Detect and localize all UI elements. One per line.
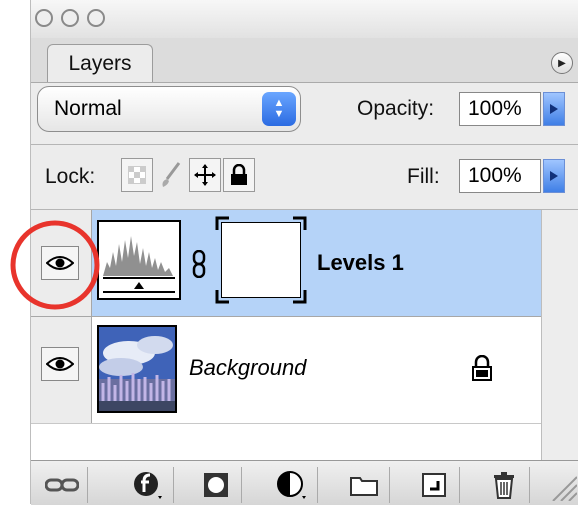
background-layer-thumbnail[interactable] [97,325,177,413]
layers-scrollbar[interactable] [541,210,578,460]
window-titlebar [31,0,578,38]
sky-lavender-photo [99,327,175,411]
minimize-window-button[interactable] [61,9,79,27]
brush-icon [162,162,181,187]
add-layer-style-button[interactable] [123,467,174,503]
layers-list-empty-area [31,424,541,460]
divider [31,144,578,145]
new-adjustment-layer-button[interactable] [267,467,318,503]
layers-panel: Layers ▶ Normal ▲▼ Opacity: 100% Lock: [30,0,578,505]
visibility-toggle[interactable] [41,347,79,381]
eye-icon [46,357,74,371]
layers-list: Levels 1 Background [31,210,578,460]
layer-row-levels-1[interactable]: Levels 1 [31,210,541,317]
chain-link-icon[interactable] [191,250,207,278]
lock-icon [231,164,247,185]
fill-input[interactable]: 100% [459,159,541,193]
layer-style-icon [134,472,162,499]
mask-icon [204,473,228,497]
play-right-icon: ▶ [558,57,566,69]
opacity-value: 100% [468,97,522,120]
link-layers-button[interactable] [37,467,88,503]
levels-adjustment-thumbnail[interactable] [97,220,181,300]
opacity-label: Opacity: [357,97,435,120]
layer-mask-thumbnail[interactable] [215,216,307,304]
checkerboard-icon [128,166,146,184]
zoom-window-button[interactable] [87,9,105,27]
opacity-input[interactable]: 100% [459,92,541,126]
lock-image-pixels-button[interactable] [155,158,187,192]
folder-icon [350,477,378,496]
lock-position-button[interactable] [189,158,221,192]
layer-name: Levels 1 [317,250,404,275]
panel-menu-button[interactable]: ▶ [551,52,573,74]
new-layer-icon [422,473,446,497]
layer-name: Background [189,355,307,380]
fill-slider-button[interactable] [543,159,565,193]
close-window-button[interactable] [35,9,53,27]
panel-tab-row: Layers ▶ [31,38,578,83]
mask-selection-corners [215,216,307,304]
blend-mode-value: Normal [54,97,122,120]
visibility-cell [31,317,92,423]
new-group-button[interactable] [339,467,390,503]
blend-mode-select[interactable]: Normal ▲ ▼ [37,86,301,132]
delete-layer-button[interactable] [479,467,530,503]
updown-arrows-icon: ▲ ▼ [262,92,296,126]
lock-label: Lock: [45,165,96,188]
move-arrows-icon [194,164,216,186]
tab-layers[interactable]: Layers [47,44,153,82]
new-layer-button[interactable] [409,467,460,503]
link-icon [45,478,79,492]
fill-label: Fill: [407,165,440,188]
opacity-slider-button[interactable] [543,92,565,126]
triangle-right-icon [550,104,558,114]
lock-transparent-pixels-button[interactable] [121,158,153,192]
annotation-circle [10,220,100,310]
layers-bottom-toolbar [31,460,578,505]
tab-layers-label: Layers [68,51,132,75]
lock-all-button[interactable] [223,158,255,192]
fill-value: 100% [468,164,522,187]
adjustment-icon [277,471,306,499]
layer-row-background[interactable]: Background [31,317,541,424]
layer-locked-icon [472,355,492,381]
triangle-right-icon [550,171,558,181]
trash-icon [494,472,514,499]
histogram-icon [103,236,175,293]
resize-grip-icon[interactable] [547,469,577,501]
add-layer-mask-button[interactable] [191,467,242,503]
